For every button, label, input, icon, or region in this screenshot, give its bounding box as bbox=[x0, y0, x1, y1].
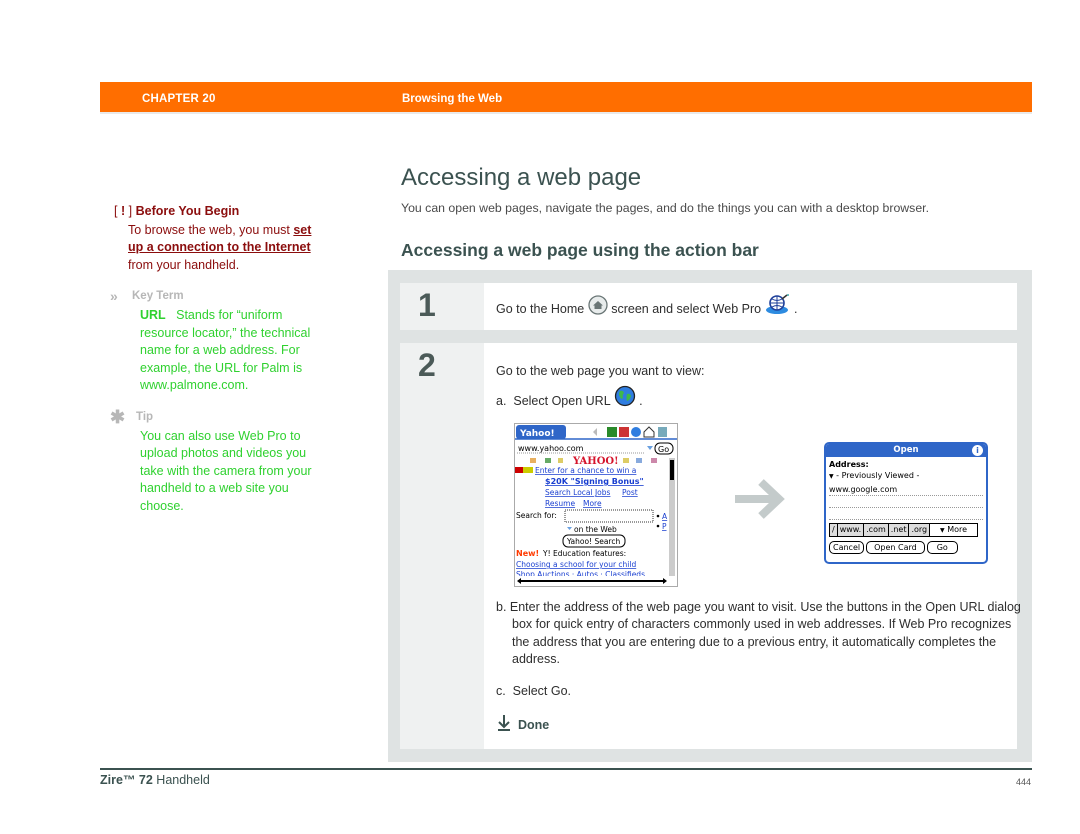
page-number: 444 bbox=[1016, 777, 1032, 787]
step-1-text: Go to the Home screen and select Web Pro… bbox=[496, 294, 798, 318]
info-icon: i bbox=[972, 445, 983, 456]
before-you-begin-title: Before You Begin bbox=[135, 204, 240, 218]
section-label: Browsing the Web bbox=[402, 93, 503, 105]
tip-text: You can also use Web Pro to upload photo… bbox=[140, 428, 312, 513]
dialog-previously-viewed: ▼ - Previously Viewed - bbox=[829, 470, 983, 482]
tip-heading: ✱ Tip bbox=[110, 408, 314, 427]
open-url-dialog-screenshot: Open i Address: ▼ - Previously Viewed - … bbox=[824, 442, 988, 564]
step-number: 2 bbox=[418, 347, 436, 383]
browser-go-button: Go bbox=[658, 445, 669, 454]
key-term-text: URL Stands for “uniform resource locator… bbox=[114, 307, 314, 395]
tip-title: Tip bbox=[136, 410, 154, 423]
step-number-cell: 2 bbox=[400, 343, 484, 749]
step-1-text-mid: screen and select Web Pro bbox=[611, 301, 762, 316]
key-more: ▼ More bbox=[940, 525, 968, 534]
browser-link-a: A bbox=[662, 512, 668, 521]
before-you-begin-text: To browse the web, you must set up a con… bbox=[114, 222, 314, 275]
browser-edu-text: Y! Education features: bbox=[542, 549, 626, 558]
browser-link-post: Post bbox=[622, 488, 638, 497]
browser-search-label: Search for: bbox=[516, 511, 557, 520]
key-term-heading: » Key Term bbox=[110, 288, 314, 306]
dialog-buttons: Cancel Open Card Go bbox=[829, 541, 983, 554]
step-2b: b. Enter the address of the web page you… bbox=[496, 600, 1021, 666]
browser-link-contest: Enter for a chance to win a bbox=[535, 466, 636, 475]
bracket-open: [ bbox=[114, 204, 118, 218]
bracket-close: ] bbox=[128, 204, 133, 218]
open-url-globe-icon bbox=[614, 385, 636, 410]
footer-product-rest: Handheld bbox=[152, 773, 210, 787]
footer-divider bbox=[100, 768, 1032, 770]
browser-search-button: Yahoo! Search bbox=[566, 537, 620, 546]
byb-text-pre: To browse the web, you must bbox=[128, 222, 294, 237]
dialog-title: Open bbox=[893, 445, 919, 455]
dialog-previously-text: - Previously Viewed - bbox=[836, 471, 920, 480]
browser-new-label: New! bbox=[516, 549, 539, 558]
browser-link-p: P bbox=[662, 522, 667, 531]
right-arrow-icon bbox=[733, 476, 787, 527]
done-arrow-icon bbox=[496, 714, 512, 735]
dropdown-triangle-icon: ▼ bbox=[829, 473, 834, 480]
step-number: 1 bbox=[418, 287, 436, 323]
browser-link-more: More bbox=[583, 499, 602, 508]
key-www: www. bbox=[837, 524, 865, 536]
asterisk-icon: ✱ bbox=[110, 406, 126, 427]
dialog-address-label: Address: bbox=[829, 460, 869, 469]
key-com: .com bbox=[864, 524, 889, 536]
done-label: Done bbox=[518, 717, 550, 732]
step-1: 1 Go to the Home screen and select Web P… bbox=[400, 283, 1017, 330]
dialog-address-value: www.google.com bbox=[829, 484, 983, 496]
page-title: Accessing a web page bbox=[401, 164, 642, 191]
step-2: 2 Go to the web page you want to view: a… bbox=[400, 343, 1021, 749]
step-2c: c. Select Go. bbox=[496, 684, 572, 698]
browser-link-school: Choosing a school for your child bbox=[516, 560, 636, 569]
browser-on-web: on the Web bbox=[574, 525, 617, 534]
browser-screenshot: Yahoo! www.yahoo.com Go YAHOO! Enter for… bbox=[514, 423, 678, 587]
dialog-blank-line bbox=[829, 496, 983, 508]
dialog-open-card-button: Open Card bbox=[866, 541, 925, 554]
byb-text-post: from your handheld. bbox=[128, 257, 240, 272]
browser-screenshot-art: Yahoo! www.yahoo.com Go YAHOO! Enter for… bbox=[515, 424, 677, 586]
double-chevron-icon: » bbox=[110, 288, 118, 305]
web-pro-icon bbox=[765, 293, 791, 318]
footer-product: Zire™ 72 Handheld bbox=[100, 773, 210, 787]
key-term-title: Key Term bbox=[132, 290, 184, 303]
step-2a-post: . bbox=[639, 393, 643, 408]
dialog-cancel-button: Cancel bbox=[829, 541, 865, 554]
key-slash: / bbox=[830, 524, 838, 536]
browser-link-bonus: $20K "Signing Bonus" bbox=[545, 477, 644, 486]
step-1-text-pre: Go to the Home bbox=[496, 301, 585, 316]
chapter-label: CHAPTER 20 bbox=[142, 93, 216, 105]
step-2a: a. Select Open URL . bbox=[496, 385, 643, 410]
alert-mark-icon: ! bbox=[120, 204, 126, 218]
browser-tab-label: Yahoo! bbox=[519, 429, 555, 439]
dialog-shortcut-keys: / www. .com .net .org ▼ More bbox=[829, 523, 978, 537]
key-term-term: URL bbox=[140, 307, 166, 322]
dialog-go-button: Go bbox=[926, 541, 958, 554]
dialog-titlebar: Open i bbox=[826, 444, 986, 457]
before-you-begin-heading: [ ! ] Before You Begin bbox=[114, 203, 314, 221]
footer-product-name: Zire™ 72 bbox=[100, 773, 153, 787]
home-icon bbox=[588, 295, 608, 318]
intro-text: You can open web pages, navigate the pag… bbox=[401, 201, 930, 215]
key-net: .net bbox=[888, 524, 910, 536]
browser-url: www.yahoo.com bbox=[518, 444, 584, 453]
key-org: .org bbox=[909, 524, 931, 536]
browser-link-search-jobs: Search Local Jobs bbox=[545, 488, 611, 497]
section-subtitle: Accessing a web page using the action ba… bbox=[401, 240, 759, 260]
step-2a-text: a. Select Open URL bbox=[496, 393, 611, 408]
sidebar: [ ! ] Before You Begin To browse the web… bbox=[110, 203, 314, 516]
chapter-header-bar: CHAPTER 20 Browsing the Web bbox=[100, 82, 1032, 114]
key-more-label: More bbox=[947, 525, 968, 534]
done-marker: Done bbox=[496, 714, 549, 735]
step-number-cell: 1 bbox=[400, 283, 484, 330]
dialog-blank-line bbox=[829, 508, 983, 520]
step-1-text-post: . bbox=[794, 301, 798, 316]
step-2-intro: Go to the web page you want to view: bbox=[496, 364, 705, 378]
steps-container: 1 Go to the Home screen and select Web P… bbox=[388, 270, 1032, 762]
browser-link-resume: Resume bbox=[545, 499, 575, 508]
key-term-definition: Stands for “uniform resource locator,” t… bbox=[140, 307, 311, 393]
